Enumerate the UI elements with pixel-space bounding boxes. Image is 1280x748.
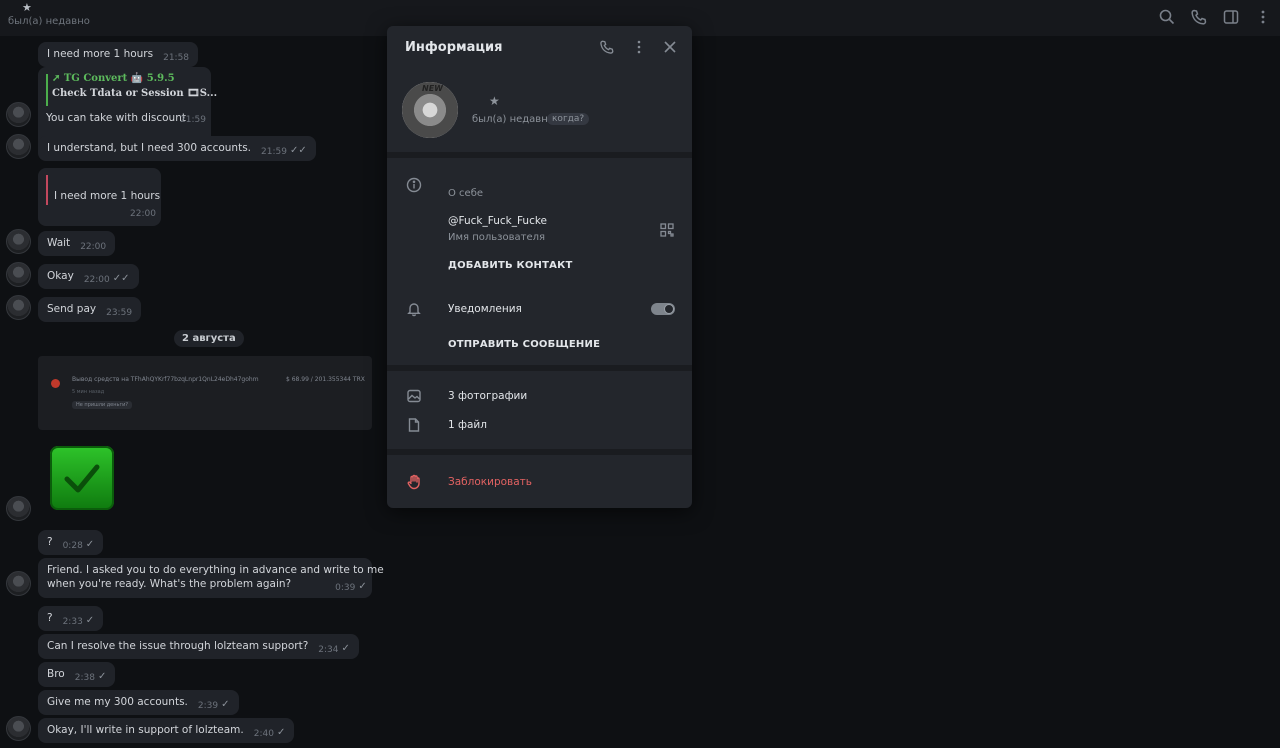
user-info-panel: Информация NEW ★ был(а) недавно когда? О… [387,26,692,508]
avatar[interactable] [6,262,31,287]
photos-link[interactable]: 3 фотографии [448,390,527,402]
message-bubble[interactable]: Okay, I'll write in support of lolzteam.… [38,718,295,743]
avatar[interactable] [6,571,31,596]
image-message[interactable]: Вывод средств на TFhAhQYKrf77bzqLnpr1QnL… [38,356,372,430]
check-icon: ✓ [97,671,107,682]
double-check-icon: ✓✓ [112,273,130,284]
date-separator: 2 августа [174,330,244,347]
section-divider [387,449,692,455]
more-vertical-icon[interactable] [1254,8,1272,26]
check-icon: ✓ [358,581,367,592]
message-bubble[interactable]: ? 2:33 ✓ [38,606,104,631]
contact-status: был(а) недавно [8,16,90,27]
avatar[interactable] [6,716,31,741]
message-bubble[interactable]: Friend. I asked you to do everything in … [38,558,384,598]
section-divider [387,152,692,158]
message-bubble[interactable]: Can I resolve the issue through lolzteam… [38,634,359,659]
notifications-toggle[interactable] [651,303,675,315]
message-bubble[interactable]: Okay 22:00 ✓✓ [38,264,139,289]
qr-code-icon[interactable] [659,222,675,238]
files-link[interactable]: 1 файл [448,419,487,431]
avatar[interactable] [6,295,31,320]
check-icon: ✓ [85,539,95,550]
bell-icon [406,301,422,317]
star-icon: ★ [22,1,32,14]
double-check-icon: ✓✓ [289,145,307,156]
avatar[interactable] [6,229,31,254]
close-icon[interactable] [662,39,678,55]
notifications-label: Уведомления [448,303,522,315]
check-icon: ✓ [221,699,230,710]
tron-logo-icon [51,379,60,388]
star-icon: ★ [489,94,500,108]
profile-status: был(а) недавно [472,114,554,125]
message-list[interactable]: I need more 1 hours 21:58 ➚ TG Convert 🤖 … [0,36,387,748]
username-label: Имя пользователя [448,232,546,243]
avatar[interactable] [6,496,31,521]
search-icon[interactable] [1158,8,1176,26]
add-contact-button[interactable]: ДОБАВИТЬ КОНТАКТ [448,260,572,271]
check-icon: ✓ [85,615,95,626]
message-bubble[interactable]: I need more 1 hours 21:58 [38,42,199,67]
check-mark-sticker[interactable] [50,446,114,510]
message-bubble[interactable]: Wait 22:00 [38,231,116,256]
phone-icon[interactable] [1190,8,1208,26]
about-label: О себе [448,188,484,199]
phone-icon[interactable] [599,39,615,55]
quote-bar [46,175,48,205]
username-value[interactable]: @Fuck_Fuck_Fucke [448,215,547,227]
toggle-knob [664,304,674,314]
panel-title: Информация [405,40,503,55]
quote-bar [46,74,48,106]
when-button[interactable]: когда? [547,113,590,125]
message-bubble[interactable]: Bro 2:38 ✓ [38,662,116,687]
hand-stop-icon [406,474,422,490]
message-bubble[interactable]: Send pay 23:59 [38,297,142,322]
send-message-button[interactable]: ОТПРАВИТЬ СООБЩЕНИЕ [448,339,600,350]
message-bubble[interactable]: ? 0:28 ✓ [38,530,104,555]
avatar[interactable] [6,134,31,159]
file-icon [406,417,422,433]
profile-avatar[interactable]: NEW [402,82,458,138]
avatar[interactable] [6,102,31,127]
info-icon [406,177,422,193]
sidebar-panel-icon[interactable] [1222,8,1240,26]
block-user-button[interactable]: Заблокировать [448,476,532,488]
more-vertical-icon[interactable] [631,39,647,55]
check-icon: ✓ [276,727,286,738]
photo-icon [406,388,422,404]
section-divider [387,365,692,371]
check-icon: ✓ [341,643,350,654]
message-bubble[interactable]: I understand, but I need 300 accounts. 21… [38,136,316,161]
reply-message-bubble[interactable]: I need more 1 hours 22:00 [38,168,161,226]
message-bubble[interactable]: Give me my 300 accounts. 2:39 ✓ [38,690,239,715]
